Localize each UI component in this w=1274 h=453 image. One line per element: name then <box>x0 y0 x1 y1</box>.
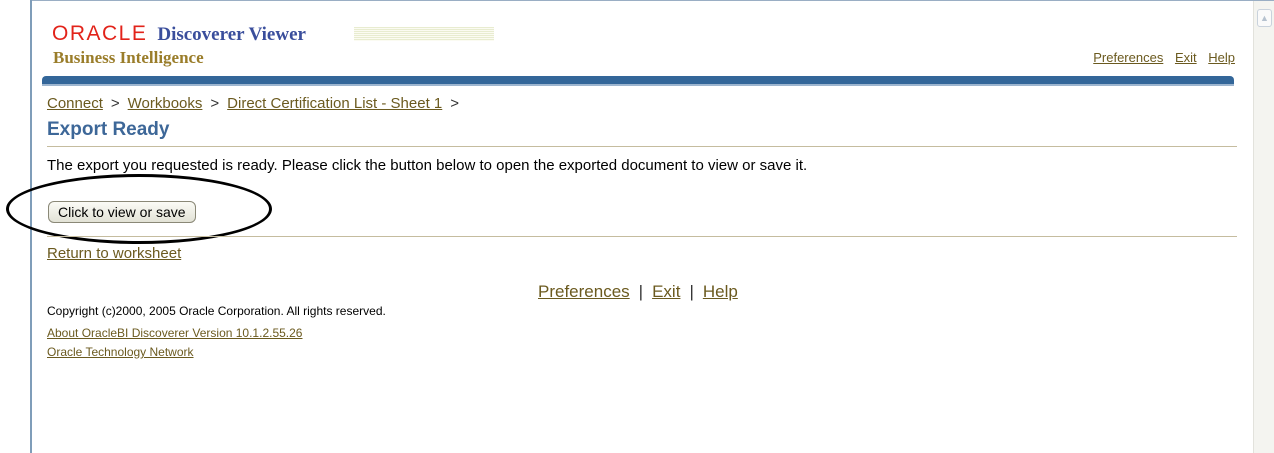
breadcrumb-sheet-link[interactable]: Direct Certification List - Sheet 1 <box>227 95 442 112</box>
window-left-border <box>30 0 32 453</box>
header-bar <box>42 76 1234 84</box>
product-name: Discoverer Viewer <box>157 24 306 45</box>
footer-separator: | <box>689 282 694 301</box>
footer-separator: | <box>638 282 644 301</box>
oracle-technology-network-link[interactable]: Oracle Technology Network <box>47 345 194 359</box>
return-to-worksheet-link[interactable]: Return to worksheet <box>47 245 181 262</box>
breadcrumb: Connect > Workbooks > Direct Certification L… <box>47 95 467 112</box>
breadcrumb-separator: > <box>450 95 460 112</box>
global-links: Preferences Exit Help <box>1085 50 1235 65</box>
export-ready-message: The export you requested is ready. Pleas… <box>47 157 808 174</box>
global-preferences-link[interactable]: Preferences <box>1093 50 1163 65</box>
content-divider <box>47 236 1237 237</box>
oracle-wordmark: ORACLE <box>52 22 148 45</box>
global-exit-link[interactable]: Exit <box>1175 50 1197 65</box>
global-help-link[interactable]: Help <box>1208 50 1235 65</box>
vertical-scrollbar[interactable]: ▲ <box>1253 1 1274 453</box>
breadcrumb-separator: > <box>210 95 220 112</box>
window-top-border <box>30 0 1274 1</box>
title-divider <box>47 146 1237 147</box>
logo-decoration-bar <box>354 27 494 41</box>
footer-exit-link[interactable]: Exit <box>652 282 680 301</box>
view-or-save-button[interactable]: Click to view or save <box>48 201 196 223</box>
about-discoverer-link[interactable]: About OracleBI Discoverer Version 10.1.2… <box>47 326 302 340</box>
breadcrumb-separator: > <box>110 95 120 112</box>
footer-help-link[interactable]: Help <box>703 282 738 301</box>
scroll-up-arrow-icon[interactable]: ▲ <box>1257 9 1272 27</box>
breadcrumb-connect-link[interactable]: Connect <box>47 95 103 112</box>
suite-name: Business Intelligence <box>53 48 204 67</box>
page-title: Export Ready <box>47 119 170 140</box>
header-bar-shadow <box>42 84 1234 86</box>
oracle-logo: ORACLE Discoverer Viewer <box>52 22 306 46</box>
breadcrumb-workbooks-link[interactable]: Workbooks <box>128 95 203 112</box>
footer-preferences-link[interactable]: Preferences <box>538 282 630 301</box>
footer-links: Preferences | Exit | Help <box>538 282 738 302</box>
copyright-text: Copyright (c)2000, 2005 Oracle Corporati… <box>47 304 386 318</box>
